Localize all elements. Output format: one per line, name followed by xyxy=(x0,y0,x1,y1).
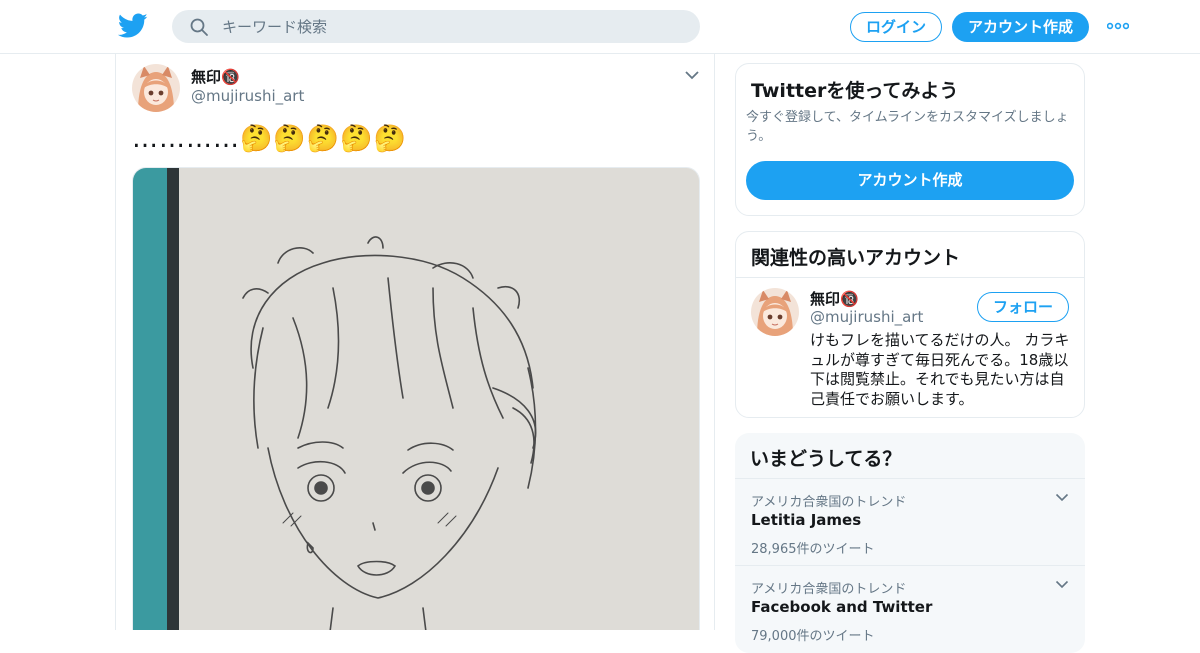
related-account-name[interactable]: 無印🔞 xyxy=(810,288,859,309)
signup-promo-card: Twitterを使ってみよう 今すぐ登録して、タイムラインをカスタマイズしましょ… xyxy=(735,63,1085,216)
tweet-card: 無印🔞 @mujirushi_art …………🤔🤔🤔🤔🤔 xyxy=(115,54,715,630)
trend-location: アメリカ合衆国のトレンド xyxy=(751,582,907,597)
promo-title: Twitterを使ってみよう xyxy=(751,80,959,102)
trends-panel: いまどうしてる？ アメリカ合衆国のトレンド Letitia James 28,9… xyxy=(735,433,1085,653)
search-input[interactable] xyxy=(172,10,700,43)
pencil-sketch-image xyxy=(133,168,699,630)
chevron-down-icon[interactable] xyxy=(1055,580,1069,589)
twitter-bird-icon[interactable] xyxy=(118,13,148,39)
trend-name[interactable]: Facebook and Twitter xyxy=(751,598,932,616)
trend-item[interactable]: アメリカ合衆国のトレンド Letitia James 28,965件のツイート xyxy=(735,478,1085,565)
chevron-down-icon[interactable] xyxy=(684,70,700,80)
related-account-bio: けもフレを描いてるだけの人。 カラキュルが尊すぎて毎日死んでる。18歳以下は閲覧… xyxy=(810,331,1070,408)
divider xyxy=(736,277,1084,278)
top-bar: ログイン アカウント作成 xyxy=(0,0,1200,54)
trend-location: アメリカ合衆国のトレンド xyxy=(751,495,907,510)
more-options-icon[interactable] xyxy=(1107,22,1129,30)
trends-title: いまどうしてる？ xyxy=(750,448,902,470)
related-account-avatar[interactable] xyxy=(751,288,799,336)
login-button[interactable]: ログイン xyxy=(850,12,942,42)
promo-description: 今すぐ登録して、タイムラインをカスタマイズしましょう。 xyxy=(746,110,1069,144)
related-title: 関連性の高いアカウント xyxy=(751,247,961,269)
related-account-handle[interactable]: @mujirushi_art xyxy=(810,308,923,326)
author-avatar[interactable] xyxy=(132,64,180,112)
promo-signup-button[interactable]: アカウント作成 xyxy=(746,161,1074,200)
author-handle[interactable]: @mujirushi_art xyxy=(191,87,304,105)
author-name[interactable]: 無印🔞 xyxy=(191,66,240,87)
tweet-text: …………🤔🤔🤔🤔🤔 xyxy=(132,124,407,154)
trend-item[interactable]: アメリカ合衆国のトレンド Facebook and Twitter 79,000… xyxy=(735,565,1085,652)
search-icon xyxy=(190,18,208,36)
chevron-down-icon[interactable] xyxy=(1055,493,1069,502)
trend-tweet-count: 28,965件のツイート xyxy=(751,542,875,557)
follow-button[interactable]: フォロー xyxy=(977,292,1069,322)
related-accounts-card: 関連性の高いアカウント 無印🔞 @mujirushi_art フォロー けもフレ… xyxy=(735,231,1085,418)
tweet-image[interactable] xyxy=(132,167,700,630)
signup-button[interactable]: アカウント作成 xyxy=(952,12,1089,42)
trend-name[interactable]: Letitia James xyxy=(751,511,861,529)
trend-tweet-count: 79,000件のツイート xyxy=(751,629,875,644)
